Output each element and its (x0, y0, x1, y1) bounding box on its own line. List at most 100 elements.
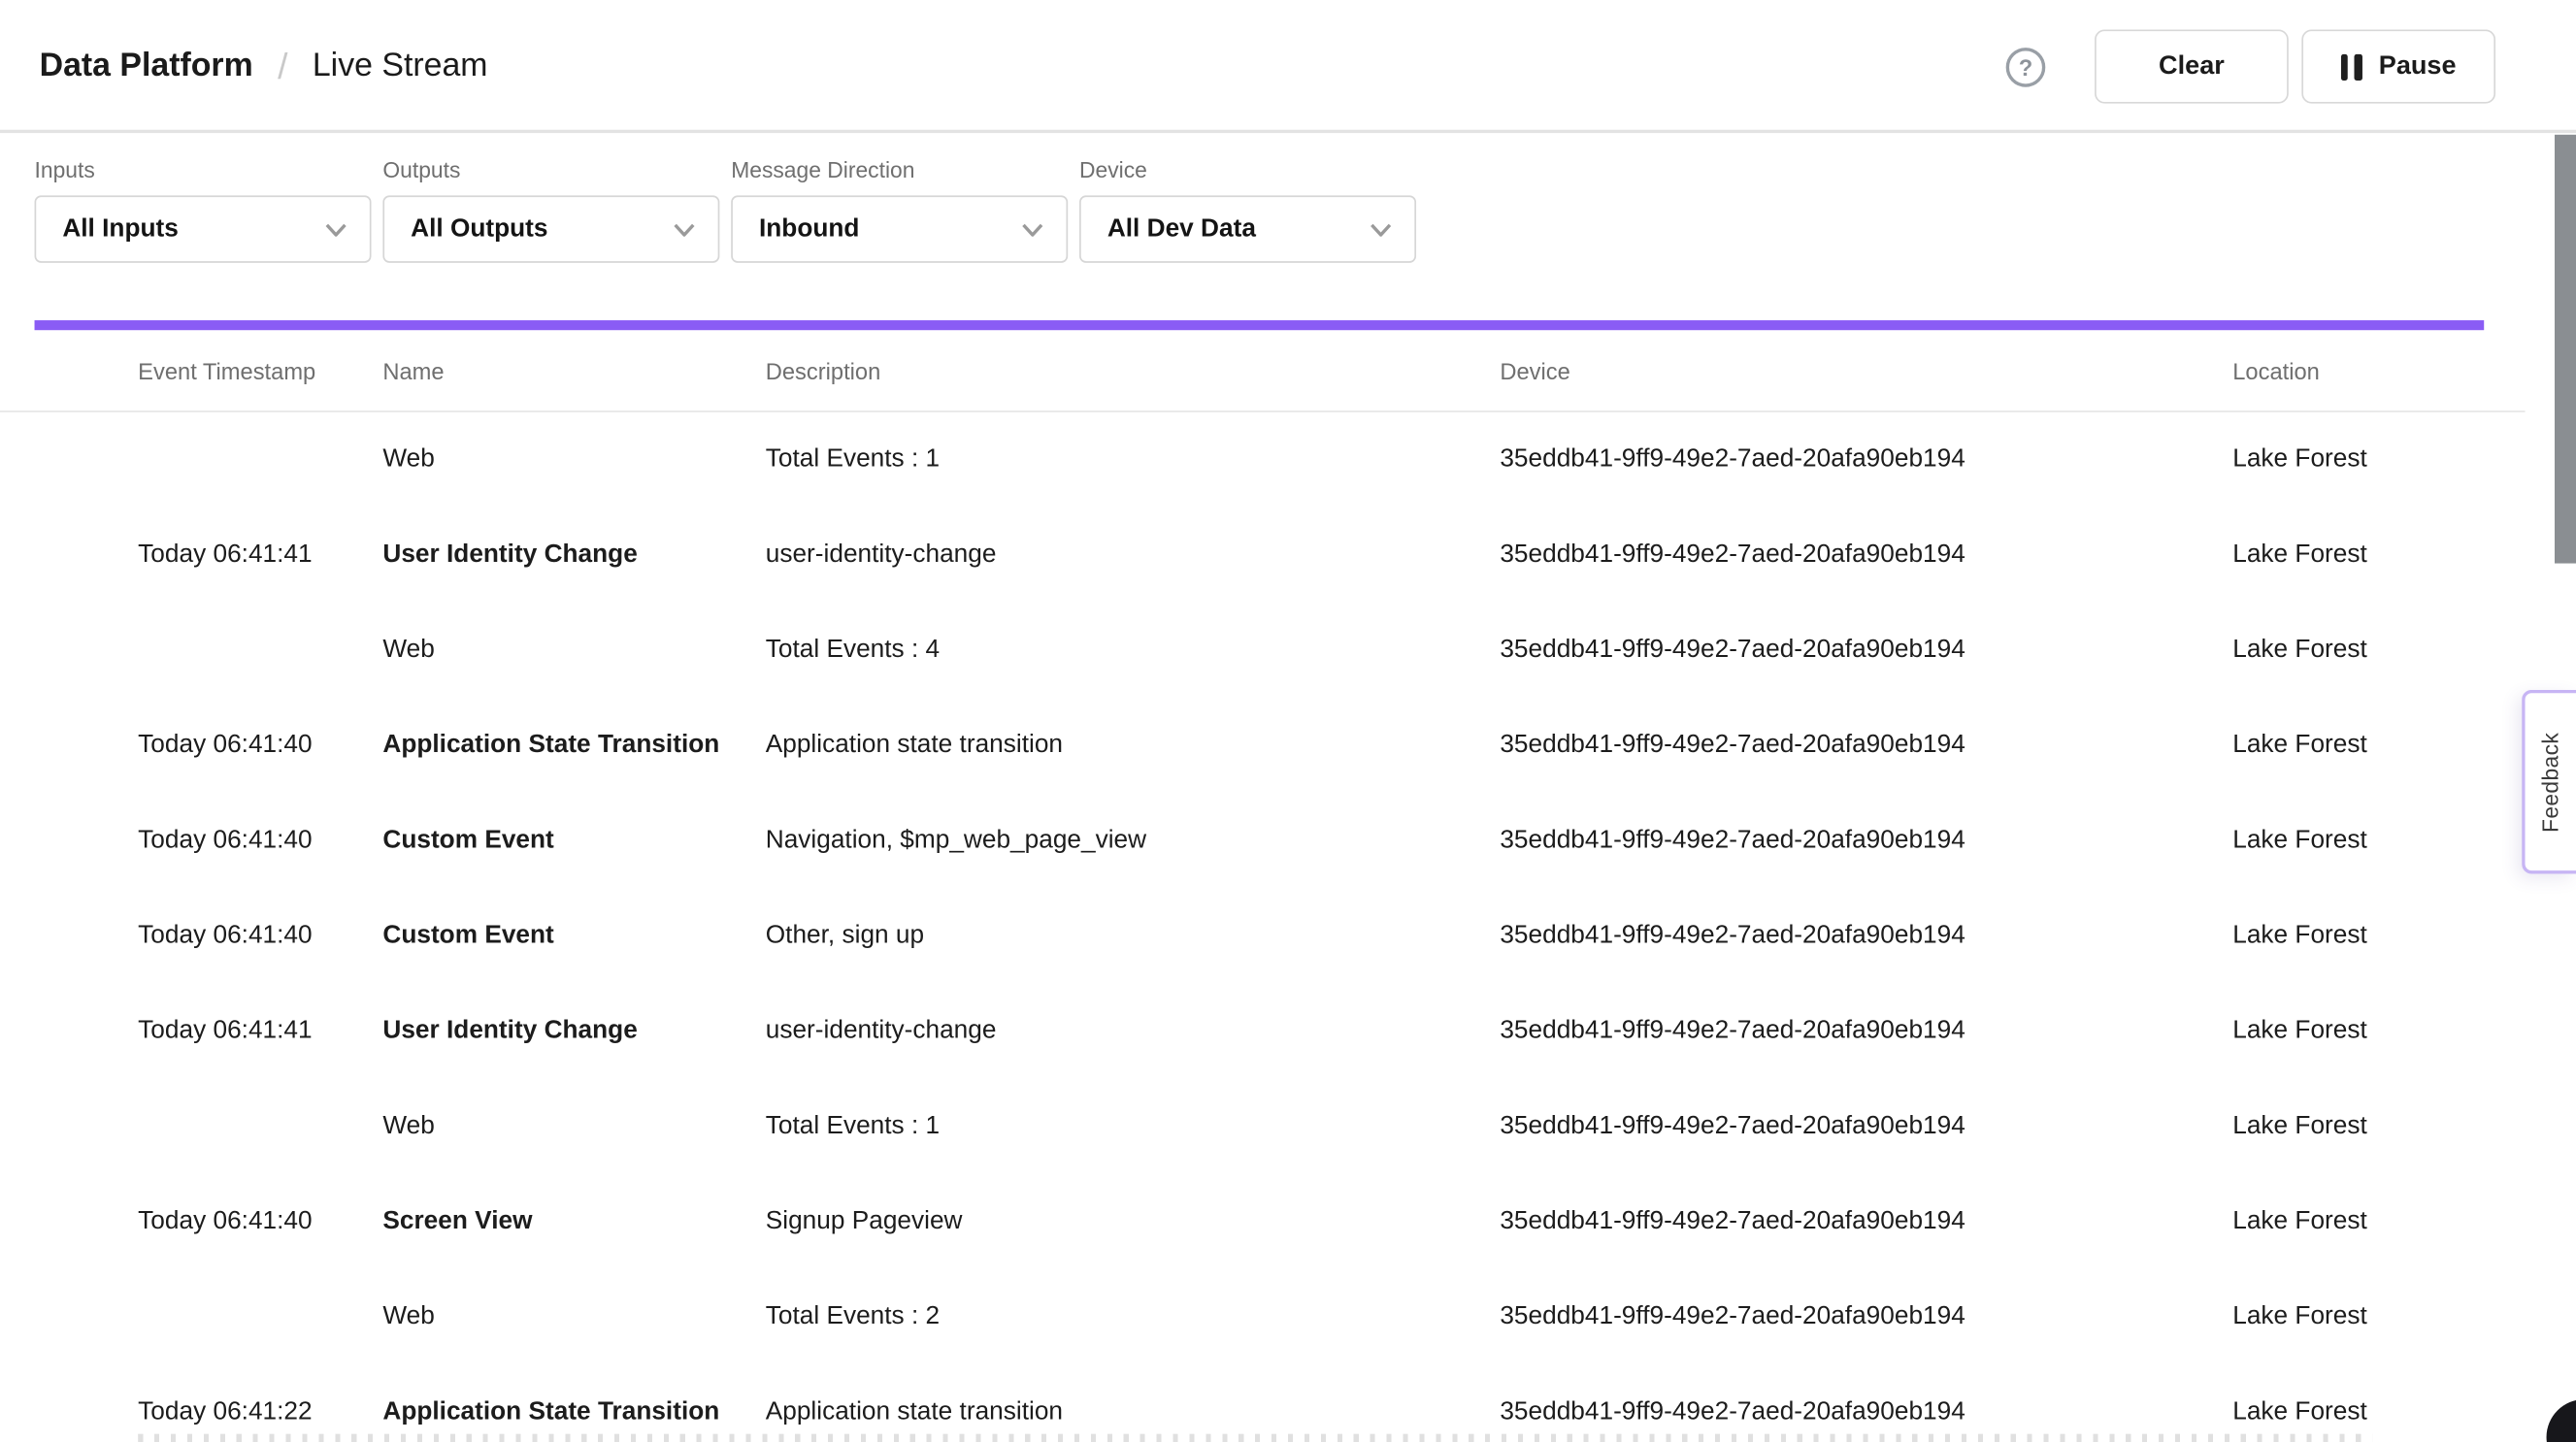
event-name: Custom Event (382, 826, 765, 855)
table-row[interactable]: Web Total Events : 1 35eddb41-9ff9-49e2-… (0, 412, 2526, 508)
feedback-tab[interactable]: Feedback (2522, 690, 2576, 874)
top-bar-actions: ? Clear Pause (2006, 0, 2495, 133)
event-location: Lake Forest (2232, 445, 2525, 475)
filter-outputs: Outputs All Outputs (382, 157, 719, 262)
event-timestamp: Today 06:41:22 (138, 1397, 382, 1426)
table-row[interactable]: Today 06:41:41 User Identity Change user… (0, 984, 2526, 1079)
help-icon[interactable]: ? (2006, 47, 2046, 86)
table-row[interactable]: Today 06:41:41 User Identity Change user… (0, 508, 2526, 603)
chevron-down-icon (1022, 222, 1043, 236)
vertical-scrollbar-thumb[interactable] (2555, 135, 2576, 564)
event-timestamp: Today 06:41:40 (138, 1207, 382, 1236)
event-list: Web Total Events : 1 35eddb41-9ff9-49e2-… (0, 412, 2526, 1442)
pause-icon (2341, 53, 2362, 80)
event-name: Web (382, 1302, 765, 1331)
event-location: Lake Forest (2232, 922, 2525, 951)
table-row[interactable]: Today 06:41:40 Custom Event Other, sign … (0, 889, 2526, 984)
event-device: 35eddb41-9ff9-49e2-7aed-20afa90eb194 (1500, 636, 2232, 665)
filter-inputs-label: Inputs (35, 157, 372, 181)
message-direction-dropdown-value: Inbound (759, 214, 859, 244)
event-description: Total Events : 2 (766, 1302, 1501, 1331)
event-device: 35eddb41-9ff9-49e2-7aed-20afa90eb194 (1500, 826, 2232, 855)
col-header-device: Device (1500, 357, 2232, 383)
event-name: Screen View (382, 1207, 765, 1236)
event-name: Web (382, 1112, 765, 1141)
breadcrumb-section[interactable]: Data Platform (40, 48, 253, 85)
col-header-event-timestamp: Event Timestamp (138, 357, 382, 383)
event-description: Total Events : 1 (766, 1112, 1501, 1141)
table-row[interactable]: Today 06:41:40 Custom Event Navigation, … (0, 794, 2526, 889)
accent-divider (35, 320, 2485, 330)
table-row[interactable]: Today 06:41:22 Application State Transit… (0, 1365, 2526, 1442)
breadcrumb: Data Platform / Live Stream (40, 0, 488, 133)
filter-message-direction-label: Message Direction (731, 157, 1068, 181)
event-name: Application State Transition (382, 731, 765, 760)
event-device: 35eddb41-9ff9-49e2-7aed-20afa90eb194 (1500, 1017, 2232, 1046)
event-description: Total Events : 1 (766, 445, 1501, 475)
event-timestamp: Today 06:41:41 (138, 541, 382, 570)
clear-button[interactable]: Clear (2095, 29, 2289, 103)
live-stream-page: Data Platform / Live Stream ? Clear Paus… (0, 0, 2576, 1442)
event-description: Other, sign up (766, 922, 1501, 951)
event-description: Total Events : 4 (766, 636, 1501, 665)
event-description: Signup Pageview (766, 1207, 1501, 1236)
event-name: Application State Transition (382, 1397, 765, 1426)
event-location: Lake Forest (2232, 826, 2525, 855)
event-device: 35eddb41-9ff9-49e2-7aed-20afa90eb194 (1500, 731, 2232, 760)
device-dropdown-value: All Dev Data (1107, 214, 1256, 244)
event-location: Lake Forest (2232, 731, 2525, 760)
pause-button[interactable]: Pause (2301, 29, 2495, 103)
filter-outputs-label: Outputs (382, 157, 719, 181)
breadcrumb-separator: / (278, 46, 287, 88)
col-header-location: Location (2232, 357, 2525, 383)
event-name: User Identity Change (382, 541, 765, 570)
event-location: Lake Forest (2232, 541, 2525, 570)
filter-message-direction: Message Direction Inbound (731, 157, 1068, 262)
table-row[interactable]: Web Total Events : 1 35eddb41-9ff9-49e2-… (0, 1079, 2526, 1174)
event-name: User Identity Change (382, 1017, 765, 1046)
message-direction-dropdown[interactable]: Inbound (731, 195, 1068, 262)
table-header-row: Event Timestamp Name Description Device … (0, 330, 2526, 412)
event-timestamp: Today 06:41:41 (138, 1017, 382, 1046)
table-row[interactable]: Web Total Events : 2 35eddb41-9ff9-49e2-… (0, 1269, 2526, 1364)
chevron-down-icon (674, 222, 695, 236)
event-description: user-identity-change (766, 1017, 1501, 1046)
chat-launcher-icon[interactable] (2547, 1399, 2576, 1442)
event-device: 35eddb41-9ff9-49e2-7aed-20afa90eb194 (1500, 541, 2232, 570)
outputs-dropdown[interactable]: All Outputs (382, 195, 719, 262)
event-description: Navigation, $mp_web_page_view (766, 826, 1501, 855)
inputs-dropdown[interactable]: All Inputs (35, 195, 372, 262)
col-header-description: Description (766, 357, 1501, 383)
event-description: Application state transition (766, 1397, 1501, 1426)
event-device: 35eddb41-9ff9-49e2-7aed-20afa90eb194 (1500, 1207, 2232, 1236)
filter-inputs: Inputs All Inputs (35, 157, 372, 262)
chevron-down-icon (1371, 222, 1392, 236)
event-location: Lake Forest (2232, 1207, 2525, 1236)
event-location: Lake Forest (2232, 1017, 2525, 1046)
table-row[interactable]: Today 06:41:40 Screen View Signup Pagevi… (0, 1174, 2526, 1269)
event-device: 35eddb41-9ff9-49e2-7aed-20afa90eb194 (1500, 1302, 2232, 1331)
event-timestamp: Today 06:41:40 (138, 826, 382, 855)
clear-button-label: Clear (2159, 51, 2225, 81)
event-timestamp: Today 06:41:40 (138, 731, 382, 760)
table-row[interactable]: Today 06:41:40 Application State Transit… (0, 698, 2526, 793)
col-header-name: Name (382, 357, 765, 383)
pause-button-label: Pause (2379, 51, 2457, 81)
filter-device: Device All Dev Data (1079, 157, 1416, 262)
event-timestamp: Today 06:41:40 (138, 922, 382, 951)
event-location: Lake Forest (2232, 1302, 2525, 1331)
event-description: Application state transition (766, 731, 1501, 760)
event-device: 35eddb41-9ff9-49e2-7aed-20afa90eb194 (1500, 922, 2232, 951)
event-name: Custom Event (382, 922, 765, 951)
filter-device-label: Device (1079, 157, 1416, 181)
feedback-tab-label: Feedback (2538, 732, 2562, 832)
table-row[interactable]: Web Total Events : 4 35eddb41-9ff9-49e2-… (0, 603, 2526, 698)
event-location: Lake Forest (2232, 1397, 2525, 1426)
filters-bar: Inputs All Inputs Outputs All Outputs Me… (35, 157, 1416, 262)
event-device: 35eddb41-9ff9-49e2-7aed-20afa90eb194 (1500, 1112, 2232, 1141)
event-location: Lake Forest (2232, 1112, 2525, 1141)
page-title: Live Stream (313, 48, 488, 85)
device-dropdown[interactable]: All Dev Data (1079, 195, 1416, 262)
chevron-down-icon (325, 222, 347, 236)
inputs-dropdown-value: All Inputs (62, 214, 179, 244)
